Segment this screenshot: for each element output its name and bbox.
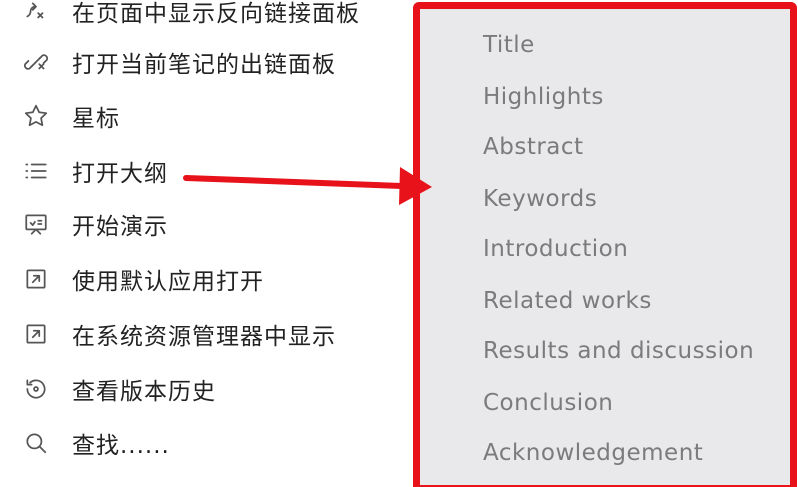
menu-item-label: 星标 [72, 106, 120, 132]
menu-item-version-history[interactable]: 查看版本历史 [0, 363, 400, 415]
outline-panel: Title Highlights Abstract Keywords Intro… [413, 2, 797, 487]
menu-item-star[interactable]: 星标 [0, 90, 400, 142]
open-external-icon [22, 265, 50, 293]
search-icon [22, 429, 50, 457]
menu-item-label: 在页面中显示反向链接面板 [72, 1, 360, 27]
screenshot-stage: 在页面中显示反向链接面板 打开当前笔记的出链面板 星标 打开大纲 开始演示 使用… [0, 0, 798, 487]
menu-item-label: 在系统资源管理器中显示 [72, 324, 336, 350]
menu-item-open-default-app[interactable]: 使用默认应用打开 [0, 253, 400, 305]
menu-item-find[interactable]: 查找...... [0, 417, 400, 469]
star-icon [22, 102, 50, 130]
presentation-icon [22, 210, 50, 238]
menu-item-open-outline[interactable]: 打开大纲 [0, 145, 400, 197]
backlink-icon [22, 0, 50, 25]
menu-item-label: 查找...... [72, 433, 170, 459]
outline-heading-title[interactable]: Title [483, 32, 535, 58]
menu-item-open-outgoing-links[interactable]: 打开当前笔记的出链面板 [0, 36, 400, 88]
outline-heading-keywords[interactable]: Keywords [483, 186, 597, 212]
menu-item-reveal-in-explorer[interactable]: 在系统资源管理器中显示 [0, 308, 400, 360]
outlink-icon [22, 48, 50, 76]
menu-item-start-presentation[interactable]: 开始演示 [0, 198, 400, 250]
menu-item-label: 使用默认应用打开 [72, 269, 264, 295]
outline-heading-introduction[interactable]: Introduction [483, 236, 628, 262]
note-context-menu: 在页面中显示反向链接面板 打开当前笔记的出链面板 星标 打开大纲 开始演示 使用… [0, 0, 410, 487]
history-icon [22, 375, 50, 403]
outline-heading-related-works[interactable]: Related works [483, 288, 652, 314]
reveal-in-explorer-icon [22, 320, 50, 348]
outline-heading-highlights[interactable]: Highlights [483, 84, 604, 110]
outline-heading-conclusion[interactable]: Conclusion [483, 390, 613, 416]
menu-item-label: 开始演示 [72, 214, 168, 240]
menu-item-show-backlinks[interactable]: 在页面中显示反向链接面板 [0, 0, 400, 37]
menu-item-label: 打开当前笔记的出链面板 [72, 52, 336, 78]
outline-heading-results-discussion[interactable]: Results and discussion [483, 338, 754, 364]
menu-item-label: 打开大纲 [72, 161, 168, 187]
menu-item-label: 查看版本历史 [72, 379, 216, 405]
outline-list-icon [22, 157, 50, 185]
outline-heading-abstract[interactable]: Abstract [483, 134, 584, 160]
outline-heading-acknowledgement[interactable]: Acknowledgement [483, 440, 703, 466]
